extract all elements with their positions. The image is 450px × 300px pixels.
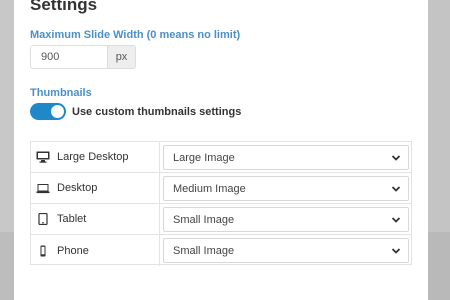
image-size-select-phone[interactable]: Small Image — [163, 238, 409, 263]
unit-addon: px — [107, 46, 135, 68]
image-size-select-tablet[interactable]: Small Image — [163, 207, 409, 232]
image-size-select-desktop[interactable]: Medium Image — [163, 176, 409, 201]
device-cell: Phone — [31, 235, 160, 266]
tablet-icon — [36, 213, 50, 225]
custom-thumbnails-toggle-row: Use custom thumbnails settings — [30, 103, 241, 120]
phone-icon — [36, 245, 50, 257]
chevron-down-icon — [391, 217, 401, 223]
device-cell: Large Desktop — [31, 142, 160, 172]
device-name: Tablet — [57, 213, 87, 225]
max-width-label: Maximum Slide Width (0 means no limit) — [30, 29, 241, 41]
chevron-down-icon — [391, 248, 401, 254]
device-name: Desktop — [57, 182, 98, 194]
device-name: Phone — [57, 244, 89, 257]
select-value: Medium Image — [173, 182, 246, 195]
background-band — [0, 232, 14, 300]
thumbnails-heading: Thumbnails — [30, 87, 92, 99]
device-name: Large Desktop — [57, 151, 129, 163]
table-row: Desktop Medium Image — [31, 173, 411, 204]
device-cell: Desktop — [31, 173, 160, 203]
table-row: Tablet Small Image — [31, 204, 411, 235]
thumbnail-settings-table: Large Desktop Large Image Desktop Medium… — [30, 141, 412, 266]
settings-panel: Settings Maximum Slide Width (0 means no… — [14, 0, 428, 300]
monitor-icon — [36, 151, 50, 163]
select-value: Small Image — [173, 244, 235, 257]
toggle-knob — [51, 105, 64, 118]
select-value: Small Image — [173, 213, 235, 226]
custom-thumbnails-toggle[interactable] — [30, 103, 66, 120]
max-width-input[interactable] — [31, 46, 107, 68]
select-value: Large Image — [173, 151, 235, 164]
background-right-band — [428, 232, 450, 300]
panel-title: Settings — [30, 0, 98, 14]
table-row: Phone Small Image — [31, 235, 411, 266]
table-row: Large Desktop Large Image — [31, 142, 411, 173]
device-cell: Tablet — [31, 204, 160, 234]
laptop-icon — [36, 182, 50, 194]
image-size-select-large-desktop[interactable]: Large Image — [163, 145, 409, 170]
custom-thumbnails-toggle-label: Use custom thumbnails settings — [72, 105, 242, 118]
chevron-down-icon — [391, 155, 401, 161]
chevron-down-icon — [391, 186, 401, 192]
max-width-field: px — [30, 45, 136, 69]
